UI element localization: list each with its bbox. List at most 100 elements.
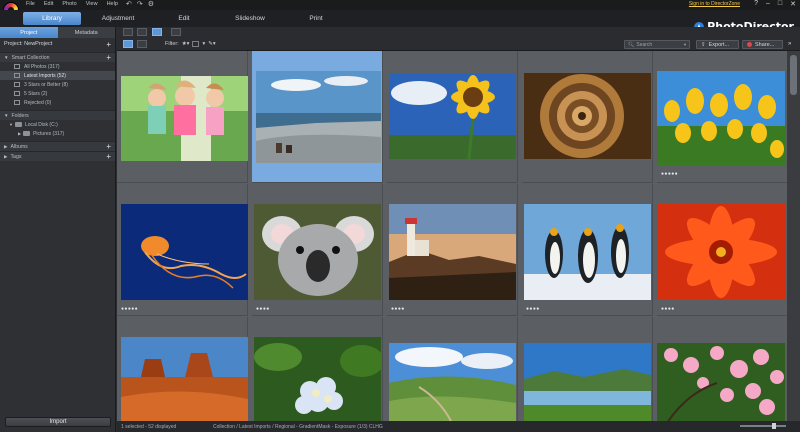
- collection-icon: [14, 91, 20, 96]
- star-filter-icon[interactable]: ★▾: [182, 41, 190, 47]
- photo-thumbnail[interactable]: [657, 343, 785, 421]
- photo-cell[interactable]: [117, 317, 248, 421]
- panel-tab-project[interactable]: Project: [0, 27, 58, 38]
- section-albums[interactable]: ▶ Albums +: [0, 141, 115, 151]
- close-button[interactable]: ✕: [790, 0, 796, 8]
- grid-scrollbar[interactable]: [787, 51, 800, 421]
- star-rating[interactable]: ●●●●: [391, 306, 405, 312]
- undo-icon[interactable]: ↶: [126, 0, 132, 8]
- view-list-icon[interactable]: [137, 40, 147, 48]
- help-button[interactable]: ?: [754, 0, 758, 8]
- collection-icon: [14, 82, 20, 87]
- filter-label: Filter:: [165, 41, 179, 47]
- status-bar: 1 selected - 52 displayed Collection / L…: [117, 421, 800, 432]
- photo-thumbnail[interactable]: [389, 73, 516, 159]
- photo-thumbnail[interactable]: [254, 337, 381, 421]
- photo-thumbnail[interactable]: [389, 343, 516, 421]
- layout-single-icon[interactable]: [123, 28, 133, 36]
- photo-cell[interactable]: [387, 51, 518, 183]
- status-path: Collection / Latest Imports / Regional -…: [213, 424, 383, 430]
- star-rating[interactable]: ●●●●: [256, 306, 270, 312]
- panel-tab-metadata[interactable]: Metadata: [57, 27, 115, 38]
- scrollbar-thumb[interactable]: [790, 55, 797, 95]
- photo-cell[interactable]: ●●●●●: [117, 184, 248, 316]
- add-collection-icon[interactable]: +: [106, 53, 111, 62]
- photo-thumbnail[interactable]: [121, 337, 248, 421]
- photo-cell[interactable]: ●●●●: [252, 184, 383, 316]
- settings-gear-icon[interactable]: ⚙: [148, 0, 154, 8]
- photo-thumbnail[interactable]: [657, 204, 785, 300]
- layout-grid-icon[interactable]: [152, 28, 162, 36]
- menu-help[interactable]: Help: [107, 1, 118, 7]
- photo-cell[interactable]: [522, 317, 653, 421]
- photo-cell[interactable]: [117, 51, 248, 183]
- photo-cell[interactable]: [522, 51, 653, 183]
- search-input[interactable]: 🔍︎ Search ▼: [624, 40, 690, 49]
- tab-print[interactable]: Print: [287, 12, 345, 25]
- flag-filter-box[interactable]: [192, 41, 200, 47]
- folder-local-disk[interactable]: ▼ Local Disk (C:): [0, 120, 115, 129]
- collection-all-photos[interactable]: All Photos (317): [0, 62, 115, 71]
- tab-slideshow[interactable]: Slideshow: [221, 12, 279, 25]
- collapse-triangle-icon: ▼: [4, 54, 9, 60]
- collection-rejected[interactable]: Rejected (0): [0, 98, 115, 107]
- collection-3-stars[interactable]: 3 Stars or Better (8): [0, 80, 115, 89]
- collection-5-stars[interactable]: 5 Stars (2): [0, 89, 115, 98]
- photo-thumbnail[interactable]: [254, 204, 381, 300]
- collapse-panel-icon[interactable]: »: [788, 41, 791, 47]
- selection-count: 1 selected - 52 displayed: [121, 424, 177, 430]
- minimize-button[interactable]: –: [766, 0, 770, 8]
- folder-pictures[interactable]: ▶ Pictures (317): [0, 129, 115, 138]
- sign-in-link[interactable]: Sign in to DirectorZone: [689, 1, 740, 7]
- photo-cell[interactable]: [252, 317, 383, 421]
- share-button[interactable]: Share...: [742, 40, 783, 49]
- add-album-icon[interactable]: +: [106, 142, 111, 151]
- photo-cell[interactable]: ●●●●: [657, 184, 787, 316]
- add-project-icon[interactable]: +: [106, 41, 111, 49]
- thumbnail-size-slider[interactable]: [740, 423, 786, 429]
- collection-latest-imports[interactable]: Latest Imports (52): [0, 71, 115, 80]
- photo-cell[interactable]: ●●●●: [522, 184, 653, 316]
- layout-compare-icon[interactable]: [137, 28, 147, 36]
- share-icon: [747, 42, 752, 47]
- color-label-filter-icon[interactable]: ✎▾: [208, 41, 215, 47]
- add-tag-icon[interactable]: +: [106, 152, 111, 161]
- star-rating[interactable]: ●●●●: [526, 306, 540, 312]
- export-button[interactable]: ⇪ Export...: [696, 40, 739, 49]
- chevron-down-icon[interactable]: ▼: [683, 42, 687, 47]
- menu-file[interactable]: File: [26, 1, 35, 7]
- section-label: Albums: [10, 143, 28, 150]
- photo-cell[interactable]: ●●●●: [387, 184, 518, 316]
- redo-icon[interactable]: ↷: [137, 0, 143, 8]
- star-rating[interactable]: ●●●●: [661, 306, 675, 312]
- photo-thumbnail[interactable]: [657, 71, 785, 166]
- view-thumbnail-icon[interactable]: [123, 40, 133, 48]
- menu-edit[interactable]: Edit: [44, 1, 53, 7]
- photo-thumbnail[interactable]: [256, 71, 381, 163]
- photo-thumbnail[interactable]: [121, 204, 248, 300]
- photo-cell[interactable]: [387, 317, 518, 421]
- photo-thumbnail[interactable]: [389, 204, 516, 300]
- project-row: Project: NewProject +: [0, 38, 115, 52]
- star-rating[interactable]: ●●●●●: [661, 171, 678, 177]
- layout-fullscreen-icon[interactable]: [171, 28, 181, 36]
- maximize-button[interactable]: □: [778, 0, 782, 8]
- star-rating[interactable]: ●●●●●: [121, 306, 138, 312]
- photo-thumbnail[interactable]: [524, 73, 651, 159]
- section-folders[interactable]: ▼ Folders: [0, 110, 115, 120]
- tab-library[interactable]: Library: [23, 12, 81, 25]
- filter-dropdown-icon[interactable]: ▾: [202, 41, 205, 47]
- tab-adjustment[interactable]: Adjustment: [89, 12, 147, 25]
- menu-photo[interactable]: Photo: [62, 1, 76, 7]
- photo-thumbnail[interactable]: [121, 76, 248, 161]
- photo-cell-selected[interactable]: [252, 51, 383, 183]
- tab-edit[interactable]: Edit: [155, 12, 213, 25]
- photo-cell[interactable]: ●●●●●: [657, 51, 787, 183]
- photo-thumbnail[interactable]: [524, 343, 651, 421]
- import-button[interactable]: Import: [5, 417, 111, 427]
- section-tags[interactable]: ▶ Tags +: [0, 151, 115, 161]
- photo-cell[interactable]: [657, 317, 787, 421]
- section-smart-collection[interactable]: ▼ Smart Collection +: [0, 52, 115, 62]
- menu-view[interactable]: View: [86, 1, 98, 7]
- photo-thumbnail[interactable]: [524, 204, 651, 300]
